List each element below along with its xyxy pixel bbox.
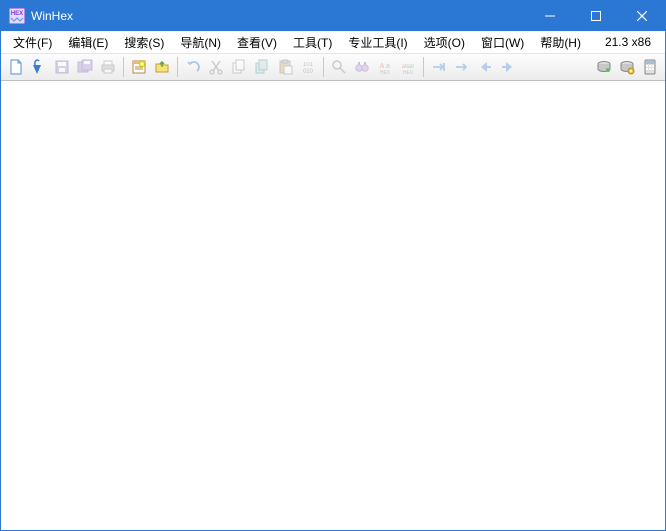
undo-button[interactable] [182,56,204,78]
arrow-end-icon [431,59,447,75]
calculator-button[interactable] [639,56,661,78]
replace-button[interactable]: A a HEX [374,56,396,78]
toolbar: 101 010 A a HEX [1,54,665,81]
arrow-left-icon [477,59,493,75]
menu-edit[interactable]: 编辑(E) [60,32,116,53]
copy-button[interactable] [228,56,250,78]
paste-icon [277,59,293,75]
disk-tools-button[interactable] [616,56,638,78]
properties-button[interactable] [128,56,150,78]
next-button[interactable] [497,56,519,78]
menu-options[interactable]: 选项(O) [416,32,473,53]
undo-icon [185,59,201,75]
go-to-end-button[interactable] [428,56,450,78]
hex-values-icon: 101 010 [300,59,316,75]
menu-search[interactable]: 搜索(S) [116,32,172,53]
toolbar-separator [123,57,124,77]
arrow-start-icon [454,59,470,75]
menu-window[interactable]: 窗口(W) [473,32,532,53]
svg-text:010: 010 [303,69,314,75]
hex-values-button[interactable]: 101 010 [297,56,319,78]
window-title: WinHex [31,9,527,23]
calculator-icon [642,59,658,75]
replace-hex-button[interactable]: ab ab HEX [397,56,419,78]
titlebar: HEX WinHex [1,1,665,31]
open-file-icon [31,59,47,75]
go-to-start-button[interactable] [451,56,473,78]
menu-help[interactable]: 帮助(H) [532,32,589,53]
replace-hex-icon: ab ab HEX [400,59,416,75]
save-button[interactable] [51,56,73,78]
save-as-button[interactable] [74,56,96,78]
toolbar-separator [423,57,424,77]
open-file-button[interactable] [28,56,50,78]
new-file-icon [8,59,24,75]
copy-icon [231,59,247,75]
previous-button[interactable] [474,56,496,78]
svg-text:HEX: HEX [403,70,414,75]
svg-text:HEX: HEX [11,11,23,17]
open-folder-icon [154,59,170,75]
menubar: 文件(F) 编辑(E) 搜索(S) 导航(N) 查看(V) 工具(T) 专业工具… [1,31,665,54]
find-icon [331,59,347,75]
version-label: 21.3 x86 [595,33,661,51]
menu-view[interactable]: 查看(V) [229,32,285,53]
print-button[interactable] [97,56,119,78]
menu-file[interactable]: 文件(F) [5,32,60,53]
new-file-button[interactable] [5,56,27,78]
cut-icon [208,59,224,75]
content-area [1,81,665,530]
cut-button[interactable] [205,56,227,78]
open-disk-button[interactable] [593,56,615,78]
menu-nav[interactable]: 导航(N) [172,32,229,53]
menu-spec[interactable]: 专业工具(I) [340,32,415,53]
disk-icon [596,59,612,75]
menu-tools[interactable]: 工具(T) [285,32,340,53]
disk-gear-icon [619,59,635,75]
minimize-button[interactable] [527,1,573,31]
app-window: HEX WinHex 文件(F) 编辑(E) 搜索(S) 导航(N) 查看(V)… [0,0,666,531]
svg-text:101: 101 [303,62,314,68]
save-icon [54,59,70,75]
properties-icon [131,59,147,75]
replace-icon: A a HEX [377,59,393,75]
binoculars-icon [354,59,370,75]
svg-text:a: a [386,63,390,70]
find-button[interactable] [328,56,350,78]
find-hex-button[interactable] [351,56,373,78]
copy-block-icon [254,59,270,75]
app-icon: HEX [9,8,25,24]
arrow-right-icon [500,59,516,75]
print-icon [100,59,116,75]
copy-block-button[interactable] [251,56,273,78]
save-as-icon [77,59,93,75]
toolbar-separator [323,57,324,77]
maximize-button[interactable] [573,1,619,31]
close-button[interactable] [619,1,665,31]
toolbar-separator [177,57,178,77]
svg-text:HEX: HEX [380,70,391,75]
paste-button[interactable] [274,56,296,78]
svg-text:A: A [380,63,385,70]
open-folder-button[interactable] [151,56,173,78]
